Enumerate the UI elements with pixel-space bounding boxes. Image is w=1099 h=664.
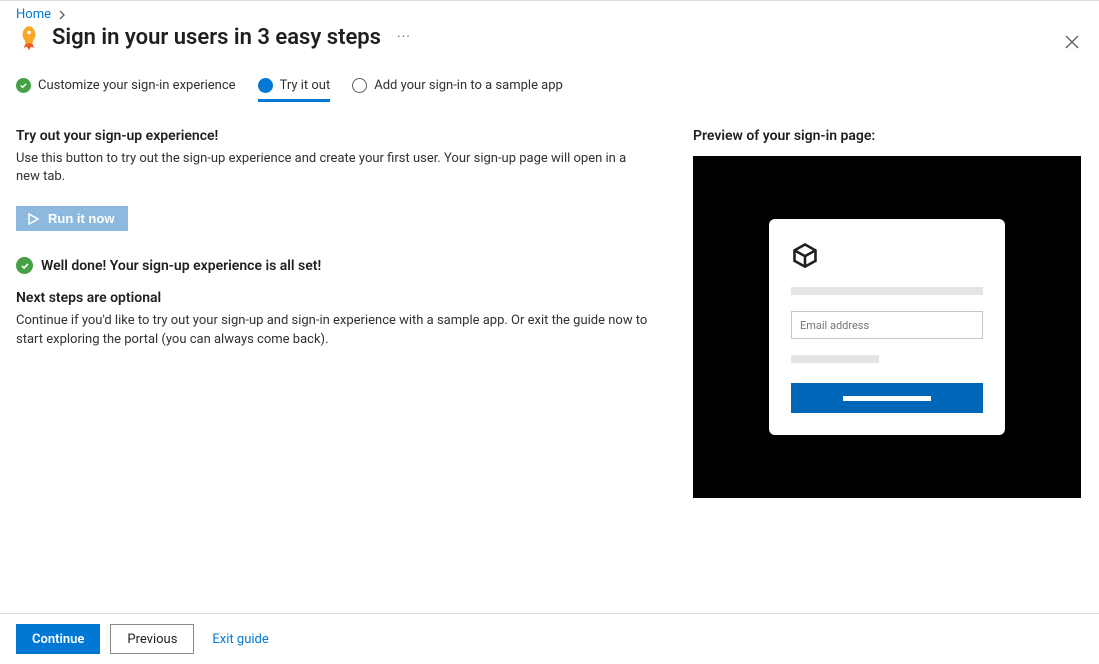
main-panel: Try out your sign-up experience! Use thi…: [16, 128, 653, 498]
breadcrumb: Home: [16, 7, 1083, 22]
step-label: Add your sign-in to a sample app: [374, 78, 563, 93]
more-actions[interactable]: ···: [397, 29, 411, 45]
skeleton-line: [791, 355, 879, 363]
success-icon: [16, 257, 33, 274]
step-label: Customize your sign-in experience: [38, 78, 236, 93]
pending-step-icon: [352, 78, 367, 93]
try-heading: Try out your sign-up experience!: [16, 128, 653, 144]
breadcrumb-home[interactable]: Home: [16, 7, 51, 22]
button-label-placeholder: [843, 396, 931, 401]
status-text: Well done! Your sign-up experience is al…: [41, 258, 321, 274]
step-label: Try it out: [280, 78, 331, 93]
try-description: Use this button to try out the sign-up e…: [16, 150, 653, 186]
previous-button[interactable]: Previous: [110, 624, 194, 654]
check-circle-icon: [16, 78, 31, 93]
rocket-icon: [16, 24, 42, 50]
package-icon: [791, 241, 819, 269]
status-row: Well done! Your sign-up experience is al…: [16, 257, 653, 274]
exit-guide-link[interactable]: Exit guide: [212, 632, 268, 647]
step-nav: Customize your sign-in experience Try it…: [16, 78, 1083, 102]
page-title: Sign in your users in 3 easy steps: [52, 25, 381, 50]
close-button[interactable]: [1065, 35, 1079, 53]
run-it-now-button[interactable]: Run it now: [16, 206, 128, 231]
signin-submit-button[interactable]: [791, 383, 983, 413]
preview-label: Preview of your sign-in page:: [693, 128, 1083, 144]
next-steps-heading: Next steps are optional: [16, 290, 653, 306]
signin-card: [769, 219, 1005, 435]
preview-frame: [693, 156, 1081, 498]
chevron-right-icon: [57, 10, 67, 20]
play-icon: [26, 212, 40, 226]
skeleton-line: [791, 287, 983, 295]
step-try-it-out[interactable]: Try it out: [258, 78, 331, 102]
run-button-label: Run it now: [48, 211, 114, 226]
step-customize[interactable]: Customize your sign-in experience: [16, 78, 236, 102]
preview-panel: Preview of your sign-in page:: [693, 128, 1083, 498]
current-step-icon: [258, 78, 273, 93]
close-icon: [1065, 35, 1079, 49]
step-add-sample-app[interactable]: Add your sign-in to a sample app: [352, 78, 563, 102]
continue-button[interactable]: Continue: [16, 624, 100, 654]
email-field[interactable]: [791, 311, 983, 339]
footer: Continue Previous Exit guide: [0, 613, 1099, 664]
next-steps-description: Continue if you'd like to try out your s…: [16, 312, 653, 348]
